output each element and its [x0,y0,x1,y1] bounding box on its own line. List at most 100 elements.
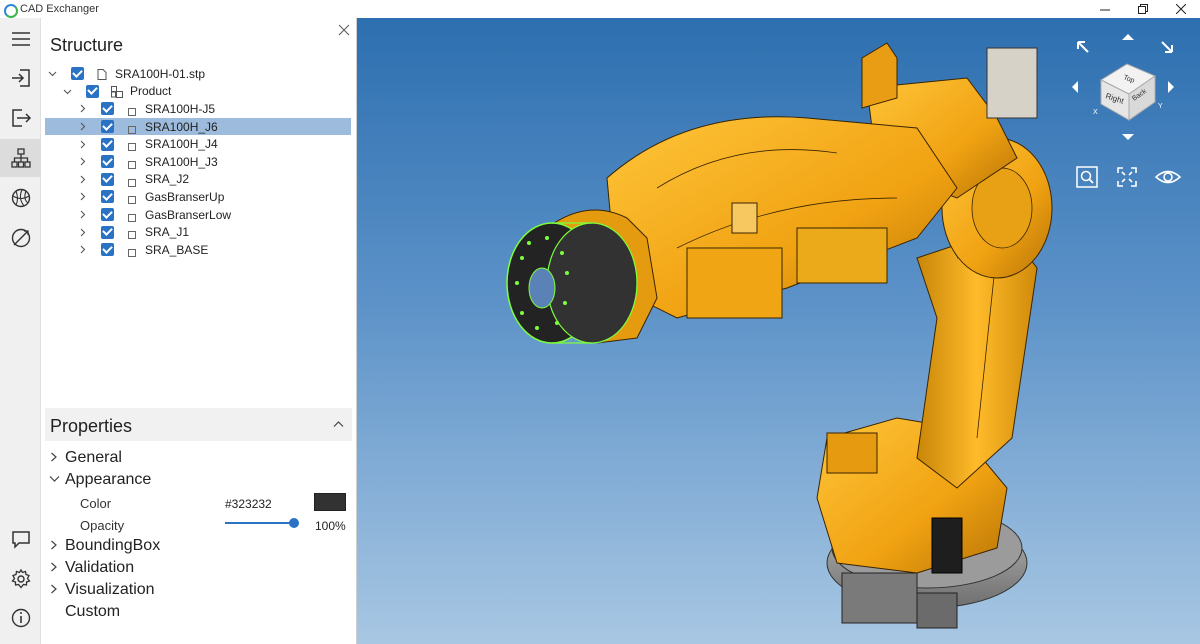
chevron-up-icon[interactable] [333,417,344,431]
opacity-slider-track[interactable] [225,522,294,524]
restore-icon [1138,4,1148,14]
chevron-right-icon [49,451,58,466]
color-swatch[interactable] [314,493,346,511]
fit-all-button[interactable] [1116,166,1140,190]
opacity-slider-thumb[interactable] [289,518,299,528]
feedback-button[interactable] [0,520,41,558]
measure-icon [11,228,30,248]
close-icon [338,24,350,36]
robot-forearm[interactable] [606,116,958,319]
measure-button[interactable] [0,219,41,257]
title-bar: CAD Exchanger [0,0,1200,18]
zoom-to-selection-button[interactable] [1076,166,1100,190]
checkbox-part[interactable] [101,243,114,257]
chevron-right-icon [49,561,58,576]
checkbox-part[interactable] [101,208,114,222]
assembly-icon [111,86,123,99]
tree-node-label: Product [130,84,172,99]
checkbox-part[interactable] [101,172,114,186]
chevron-down-icon[interactable] [62,86,72,96]
tree-node-part-selected[interactable]: SRA100H_J6 [45,117,351,136]
menu-icon [11,32,30,46]
tree-node-part[interactable]: GasBranserLow [41,206,357,224]
chevron-down-icon[interactable] [47,69,57,79]
checkbox-part[interactable] [101,137,114,151]
chevron-right-icon[interactable] [77,139,87,149]
tree-node-label: GasBranserLow [145,207,232,222]
checkbox-product[interactable] [86,84,99,98]
mesh-button[interactable] [0,179,41,217]
chevron-right-icon[interactable] [77,245,87,255]
section-label: BoundingBox [65,537,161,554]
export-icon [11,109,31,127]
tree-node-root[interactable]: SRA100H-01.stp [41,65,357,83]
chevron-down-icon [49,473,60,488]
part-icon [128,211,138,222]
chevron-right-icon[interactable] [77,104,87,114]
part-icon [128,158,138,169]
app-title: CAD Exchanger [20,3,99,15]
close-window-button[interactable] [1162,0,1200,18]
arrow-down-icon[interactable] [1121,130,1135,144]
robot-model[interactable] [357,18,1200,644]
export-button[interactable] [0,99,41,137]
opacity-label: Opacity [80,518,125,533]
part-icon [128,123,138,134]
arrow-up-icon[interactable] [1121,30,1135,44]
structure-icon [10,148,31,168]
tree-node-part[interactable]: SRA100H_J4 [41,135,357,153]
tree-node-part[interactable]: SRA_BASE [41,241,357,259]
opacity-value: 100% [315,519,346,533]
tree-node-part[interactable]: SRA_J2 [41,171,357,189]
checkbox-part[interactable] [101,120,114,134]
tree-node-part[interactable]: GasBranserUp [41,188,357,206]
info-button[interactable] [0,599,41,637]
checkbox-root[interactable] [71,67,84,81]
arrow-up-left-icon[interactable] [1076,40,1090,54]
chevron-right-icon [49,583,58,598]
import-button[interactable] [0,59,41,97]
globe-icon [11,188,30,208]
chevron-right-icon[interactable] [77,210,87,220]
view-cube[interactable]: Top Right Back X Y [1093,54,1165,122]
checkbox-part[interactable] [101,155,114,169]
chevron-right-icon[interactable] [77,174,87,184]
axis-y-label: Y [1158,103,1163,110]
checkbox-part[interactable] [101,190,114,204]
robot-wrist-j6-selected[interactable] [506,209,658,344]
tree-node-label: SRA_BASE [145,242,209,257]
arrow-left-icon[interactable] [1068,80,1082,94]
close-icon [1176,4,1186,14]
chevron-right-icon[interactable] [77,122,87,132]
close-panel-button[interactable] [337,24,351,38]
tree-node-part[interactable]: SRA100H-J5 [41,100,357,118]
app-logo-icon [4,4,18,18]
structure-button[interactable] [0,139,41,177]
restore-button[interactable] [1124,0,1162,18]
part-icon [128,193,138,205]
chevron-right-icon[interactable] [77,227,87,237]
chevron-right-icon[interactable] [77,192,87,202]
visibility-button[interactable] [1154,166,1182,190]
settings-button[interactable] [0,560,41,598]
arrow-right-icon[interactable] [1164,80,1178,94]
3d-viewport[interactable]: Top Right Back X Y [357,18,1200,644]
minimize-button[interactable] [1086,0,1124,18]
section-label: Custom [65,603,121,620]
section-label: Visualization [65,581,155,598]
structure-tree: SRA100H-01.stp Product SRA100H-J5 SRA100… [41,65,357,259]
tree-node-part[interactable]: SRA_J1 [41,223,357,241]
arrow-up-right-icon[interactable] [1160,40,1174,54]
chevron-right-icon[interactable] [77,157,87,167]
checkbox-part[interactable] [101,102,114,116]
properties-header[interactable]: Properties [45,408,352,441]
tree-node-part[interactable]: SRA100H_J3 [41,153,357,171]
tree-node-product[interactable]: Product [41,83,357,101]
properties-title: Properties [50,416,133,436]
tree-node-label: SRA100H-J5 [145,101,216,116]
checkbox-part[interactable] [101,225,114,239]
section-label: General [65,449,122,466]
chevron-right-icon [49,539,58,554]
menu-button[interactable] [0,20,41,58]
structure-title: Structure [50,35,124,55]
